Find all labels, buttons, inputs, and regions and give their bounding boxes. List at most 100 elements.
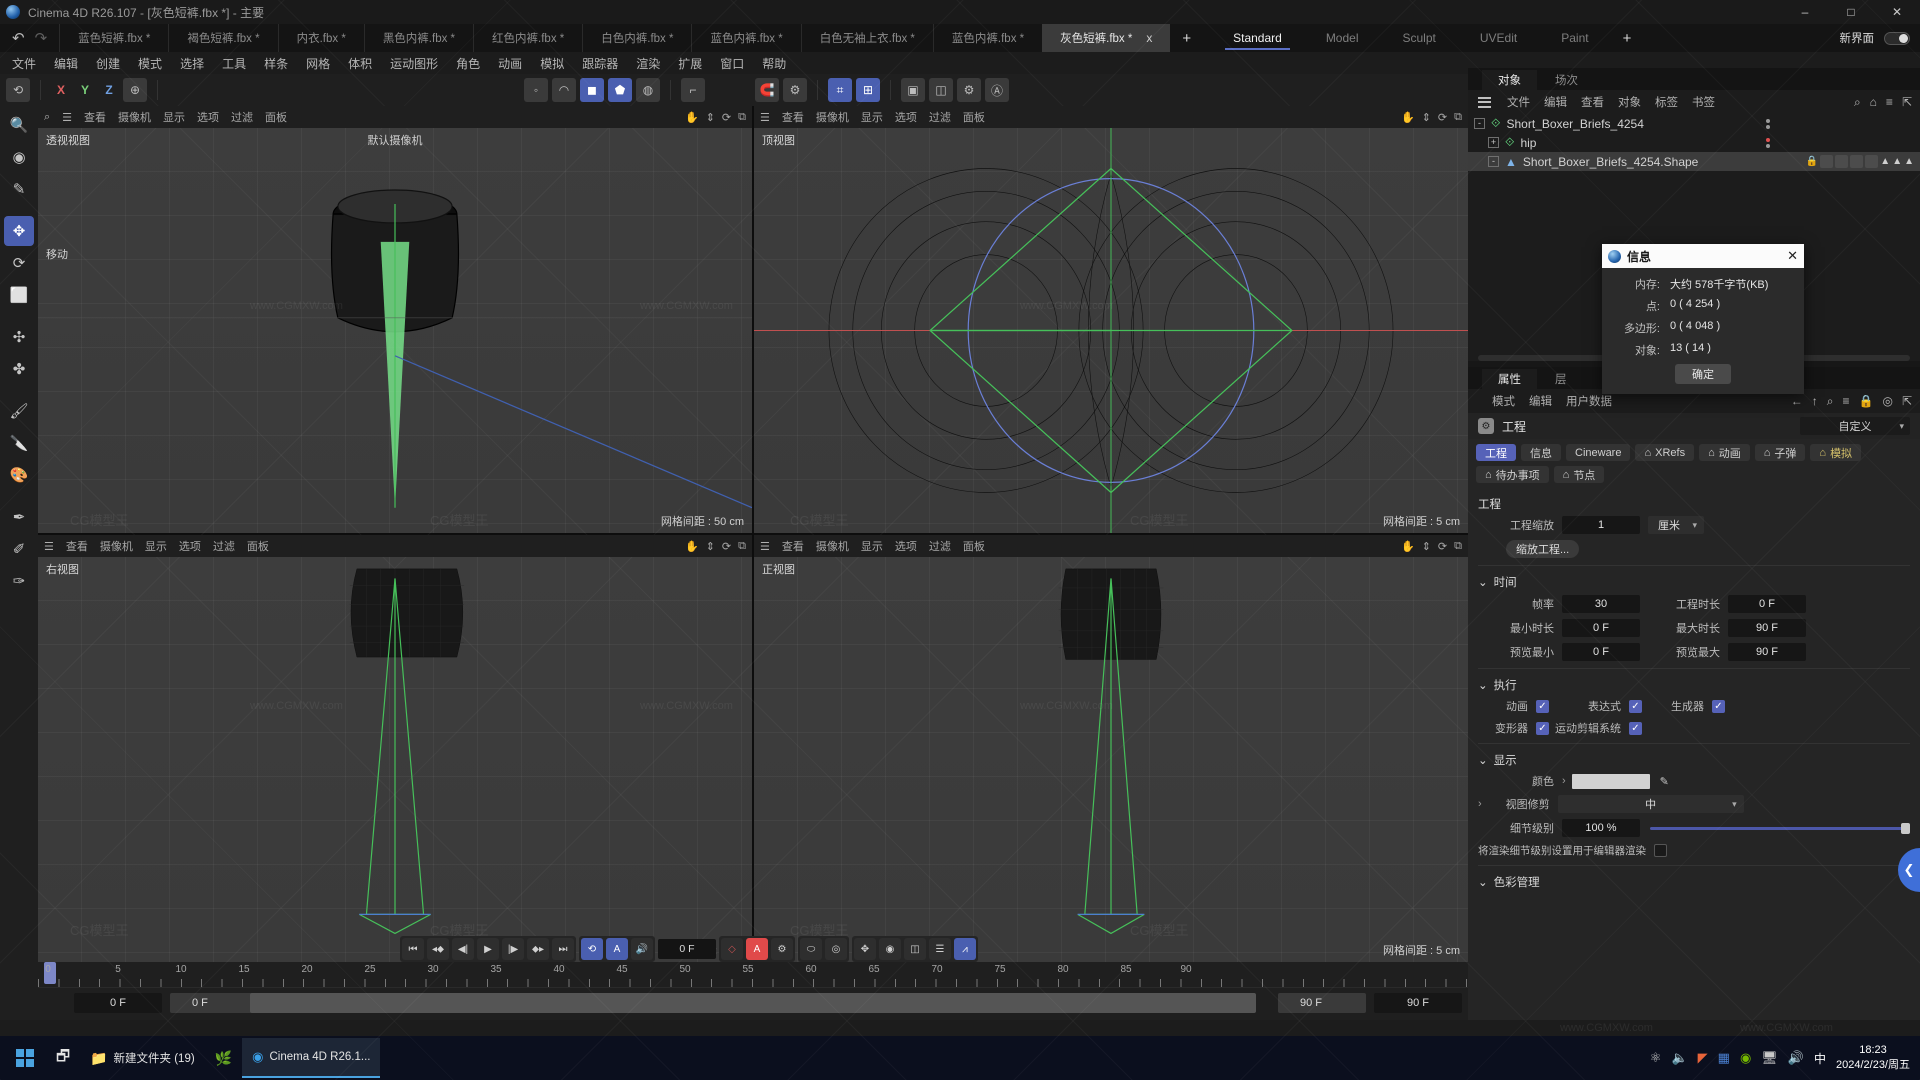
viewport-right-canvas[interactable]: 右视图 网格间距 : 5 cm bbox=[38, 557, 752, 962]
dolly-icon[interactable]: ⇕ bbox=[706, 540, 715, 553]
add-document-tab-button[interactable]: + bbox=[1170, 24, 1203, 52]
menu-mesh[interactable]: 网格 bbox=[306, 55, 330, 72]
timeline-bar[interactable]: 0 5 10 15 20 25 30 35 40 45 50 55 60 65 … bbox=[38, 962, 1468, 1020]
timeline-start-field[interactable]: 0 F bbox=[74, 993, 162, 1013]
vp-menu-panel[interactable]: 面板 bbox=[247, 538, 269, 554]
taskview-button[interactable]: 🗗 bbox=[46, 1038, 80, 1078]
taskbar-item-cinema4d[interactable]: ◉ Cinema 4D R26.1... bbox=[242, 1038, 381, 1078]
chip-bullet[interactable]: ⌂ 子弹 bbox=[1754, 444, 1806, 461]
snap-settings-icon[interactable]: ⊞ bbox=[856, 78, 880, 102]
tab-takes[interactable]: 场次 bbox=[1539, 70, 1594, 90]
om-menu-tags[interactable]: 标签 bbox=[1655, 94, 1678, 110]
maximize-viewport-icon[interactable]: ⧉ bbox=[738, 111, 746, 124]
expand-icon[interactable]: + bbox=[1488, 137, 1499, 148]
menu-animation[interactable]: 动画 bbox=[498, 55, 522, 72]
vp-menu-filter[interactable]: 过滤 bbox=[929, 109, 951, 125]
up-arrow-icon[interactable]: ↑ bbox=[1812, 394, 1818, 409]
pan-icon[interactable]: ✋ bbox=[1401, 540, 1415, 553]
chip-info[interactable]: 信息 bbox=[1521, 444, 1561, 461]
info-ok-button[interactable]: 确定 bbox=[1675, 364, 1731, 384]
menu-help[interactable]: 帮助 bbox=[762, 55, 786, 72]
next-key-icon[interactable]: ⬥▸ bbox=[527, 938, 549, 960]
tray-app2-icon[interactable]: ▦ bbox=[1718, 1050, 1730, 1066]
vp-menu-display[interactable]: 显示 bbox=[861, 109, 883, 125]
doc-tab-4[interactable]: 红色内裤.fbx * bbox=[473, 24, 582, 52]
preview-min-value[interactable]: 0 F bbox=[1562, 643, 1640, 661]
knife-tool-icon[interactable]: 🔪 bbox=[4, 428, 34, 458]
tray-cloud-icon[interactable]: ⚛ bbox=[1650, 1050, 1662, 1066]
om-menu-object[interactable]: 对象 bbox=[1618, 94, 1641, 110]
triangle-tag-icon[interactable]: ▲ bbox=[1892, 156, 1902, 167]
display-group-header[interactable]: ⌄ 显示 bbox=[1478, 752, 1910, 768]
vp-menu-camera[interactable]: 摄像机 bbox=[118, 109, 151, 125]
filter-icon[interactable]: ≡ bbox=[1886, 95, 1893, 110]
expand-icon[interactable]: ⇱ bbox=[1902, 394, 1912, 409]
model-mode-icon[interactable]: ⬟ bbox=[608, 78, 632, 102]
doc-tab-0[interactable]: 蓝色短裤.fbx * bbox=[59, 24, 168, 52]
position-key-icon[interactable]: ⬭ bbox=[800, 938, 822, 960]
hamburger-icon[interactable]: ☰ bbox=[760, 540, 770, 553]
hamburger-icon[interactable] bbox=[1478, 96, 1491, 108]
color-management-header[interactable]: ⌄ 色彩管理 bbox=[1478, 874, 1910, 890]
loop-playback-icon[interactable]: ⟲ bbox=[581, 938, 603, 960]
viewport-front[interactable]: ☰ 查看 摄像机 显示 选项 过滤 面板 ✋ ⇕ ⟳ ⧉ 正视图 网格间距 : … bbox=[754, 535, 1468, 962]
spline-pen-icon[interactable]: ✑ bbox=[4, 566, 34, 596]
brush-tool-icon[interactable]: 🖌 bbox=[4, 396, 34, 426]
chip-project[interactable]: 工程 bbox=[1476, 444, 1516, 461]
dolly-icon[interactable]: ⇕ bbox=[1422, 111, 1431, 124]
maximize-viewport-icon[interactable]: ⧉ bbox=[1454, 540, 1462, 553]
triangle-tag-icon[interactable]: ▲ bbox=[1904, 156, 1914, 167]
menu-tools[interactable]: 工具 bbox=[222, 55, 246, 72]
scale-key-icon[interactable]: ◉ bbox=[879, 938, 901, 960]
select-tool-icon[interactable]: 🔍 bbox=[4, 110, 34, 140]
taskbar-item-app[interactable]: 🌿 bbox=[205, 1038, 242, 1078]
material-icon[interactable]: Ⓐ bbox=[985, 78, 1009, 102]
texture-tag-icon[interactable] bbox=[1820, 155, 1834, 168]
vp-menu-filter[interactable]: 过滤 bbox=[231, 109, 253, 125]
chip-animation[interactable]: ⌂ 动画 bbox=[1699, 444, 1750, 461]
mute-key-icon[interactable]: ⩘ bbox=[954, 938, 976, 960]
play-icon[interactable]: ▶ bbox=[477, 938, 499, 960]
motionclip-checkbox[interactable]: ✓ bbox=[1629, 721, 1642, 735]
texture-tag-icon[interactable] bbox=[1835, 155, 1849, 168]
lasso-select-icon[interactable]: ✎ bbox=[4, 174, 34, 204]
vp-menu-view[interactable]: 查看 bbox=[66, 538, 88, 554]
tab-attributes[interactable]: 属性 bbox=[1482, 369, 1537, 389]
current-frame-field[interactable]: 0 F bbox=[658, 939, 716, 959]
tray-app-icon[interactable]: ◤ bbox=[1698, 1050, 1708, 1066]
animation-checkbox[interactable]: ✓ bbox=[1536, 699, 1549, 713]
chip-xrefs[interactable]: ⌂ XRefs bbox=[1635, 444, 1695, 461]
layout-tab-paint[interactable]: Paint bbox=[1539, 24, 1610, 52]
viewport-front-canvas[interactable]: 正视图 网格间距 : 5 cm bbox=[754, 557, 1468, 962]
expression-checkbox[interactable]: ✓ bbox=[1629, 699, 1642, 713]
render-region-icon[interactable]: ◫ bbox=[929, 78, 953, 102]
vp-menu-filter[interactable]: 过滤 bbox=[213, 538, 235, 554]
color-tool-icon[interactable]: 🎨 bbox=[4, 460, 34, 490]
chip-simulation[interactable]: ⌂ 模拟 bbox=[1810, 444, 1862, 461]
viewport-perspective[interactable]: ⌕ ☰ 查看 摄像机 显示 选项 过滤 面板 ✋ ⇕ ⟳ ⧉ 透视视图 默认摄像… bbox=[38, 106, 752, 533]
timeline-current-field[interactable]: 0 F bbox=[170, 993, 258, 1013]
pan-icon[interactable]: ✋ bbox=[685, 540, 699, 553]
close-icon[interactable]: ✕ bbox=[1787, 248, 1798, 264]
om-menu-bookmarks[interactable]: 书签 bbox=[1692, 94, 1715, 110]
polygon-mode-icon[interactable]: ◼ bbox=[580, 78, 604, 102]
target-icon[interactable]: ◎ bbox=[1882, 394, 1892, 409]
om-menu-edit[interactable]: 编辑 bbox=[1544, 94, 1567, 110]
menu-edit[interactable]: 编辑 bbox=[54, 55, 78, 72]
pan-icon[interactable]: ✋ bbox=[685, 111, 699, 124]
project-scale-unit[interactable]: 厘米 bbox=[1648, 516, 1704, 534]
render-lod-checkbox[interactable] bbox=[1654, 844, 1667, 857]
viewport-top-canvas[interactable]: 顶视图 网格间距 : 5 cm bbox=[754, 128, 1468, 533]
workplane-icon[interactable]: ⚙ bbox=[783, 78, 807, 102]
tray-nvidia-icon[interactable]: ◉ bbox=[1740, 1050, 1751, 1066]
dolly-icon[interactable]: ⇕ bbox=[706, 111, 715, 124]
rotate-tool-icon[interactable]: ⟳ bbox=[4, 248, 34, 278]
chip-nodes[interactable]: ⌂ 节点 bbox=[1553, 466, 1605, 483]
deformer-checkbox[interactable]: ✓ bbox=[1536, 721, 1549, 735]
vp-menu-options[interactable]: 选项 bbox=[895, 109, 917, 125]
vp-menu-view[interactable]: 查看 bbox=[782, 109, 804, 125]
next-frame-icon[interactable]: |▶ bbox=[502, 938, 524, 960]
previous-frame-icon[interactable]: ◀| bbox=[452, 938, 474, 960]
pla-key-icon[interactable]: ✥ bbox=[854, 938, 876, 960]
object-tags[interactable]: 🔒 ▲ ▲ ▲ bbox=[1806, 155, 1914, 168]
